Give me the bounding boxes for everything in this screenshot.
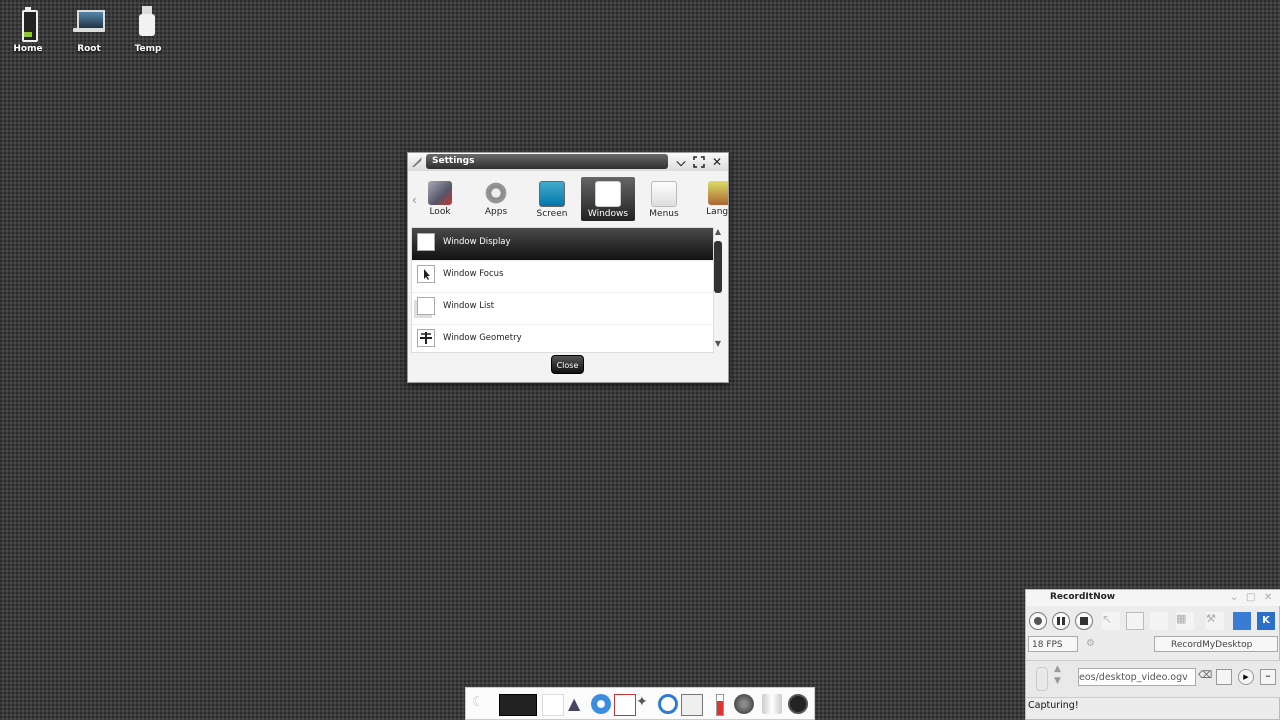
- list-item-label: Window Focus: [443, 269, 504, 279]
- backend-select[interactable]: RecordMyDesktop: [1154, 636, 1278, 652]
- pointer-icon[interactable]: ↖: [1102, 612, 1120, 630]
- usb-drive-icon: [130, 4, 166, 42]
- sync-icon[interactable]: [658, 694, 678, 714]
- window-focus-icon: [417, 265, 435, 283]
- tab-screen[interactable]: Screen: [525, 177, 579, 221]
- list-item[interactable]: Window Display: [412, 228, 713, 261]
- window-title: Settings: [426, 154, 668, 169]
- list-item[interactable]: Window List: [412, 292, 713, 325]
- windows-settings-list: Window Display Window Focus Window List …: [411, 227, 714, 353]
- volume-slider[interactable]: [1036, 667, 1048, 691]
- recorditnow-window: RecordItNow ⌄ □ ✕ ↖ ▦ ⚒ K 18 FPS ⚙ Recor…: [1025, 589, 1280, 720]
- terminal-icon[interactable]: [499, 694, 537, 716]
- desktop-icon-temp[interactable]: Temp: [118, 4, 178, 54]
- camera-icon[interactable]: [681, 694, 703, 716]
- tab-language[interactable]: Langu: [693, 177, 728, 221]
- clear-field-icon[interactable]: ⌫: [1198, 670, 1212, 681]
- laptop-icon: [71, 4, 107, 42]
- record-icon[interactable]: [1029, 612, 1047, 630]
- close-icon[interactable]: ✕: [710, 155, 724, 169]
- maximize-icon[interactable]: [692, 155, 706, 169]
- recorder-toolbar: ↖ ▦ ⚒ K: [1026, 610, 1280, 632]
- close-button[interactable]: Close: [551, 355, 584, 374]
- browser-icon[interactable]: [591, 694, 611, 714]
- kde-icon[interactable]: K: [1257, 612, 1275, 630]
- tab-menus[interactable]: Menus: [637, 177, 691, 221]
- thermometer-icon[interactable]: [716, 694, 724, 716]
- screen-capture-icon[interactable]: [1233, 612, 1251, 630]
- desktop-icon-label: Root: [77, 44, 101, 54]
- fps-spinbox[interactable]: 18 FPS: [1028, 636, 1078, 652]
- status-text: Capturing!: [1028, 700, 1079, 711]
- window-title: RecordItNow: [1050, 592, 1116, 602]
- disc-icon[interactable]: [734, 694, 754, 714]
- list-item-label: Window Display: [443, 237, 511, 247]
- settings-app-icon: [411, 156, 423, 168]
- window-list-icon: [417, 297, 435, 315]
- cursor-settings-icon[interactable]: ⚙: [1086, 638, 1095, 649]
- maximize-icon[interactable]: □: [1246, 592, 1255, 603]
- window-icon: [595, 181, 621, 207]
- inkscape-icon[interactable]: ▲: [568, 694, 588, 714]
- scroll-up-icon[interactable]: ▲: [712, 227, 724, 236]
- look-icon: [428, 181, 452, 205]
- tools-icon[interactable]: ⚒: [1206, 612, 1224, 630]
- clock-icon[interactable]: [788, 694, 808, 714]
- output-path-field[interactable]: eos/desktop_video.ogv: [1078, 668, 1196, 686]
- language-icon: [708, 181, 728, 205]
- menu-icon: [651, 181, 677, 207]
- window-display-icon: [417, 233, 435, 251]
- list-scrollbar[interactable]: ▲ ▼: [712, 227, 724, 351]
- tab-apps[interactable]: Apps: [469, 177, 523, 221]
- tab-label: Windows: [587, 209, 629, 219]
- desktop-icon-root[interactable]: Root: [59, 4, 119, 54]
- chevron-down-icon[interactable]: ⌄: [1230, 592, 1238, 603]
- tab-label: Look: [429, 207, 451, 217]
- list-item[interactable]: Window Focus: [412, 260, 713, 293]
- stop-icon[interactable]: [1075, 612, 1093, 630]
- battery-home-icon: [10, 4, 46, 42]
- window-select-icon[interactable]: ▦: [1176, 612, 1194, 630]
- tab-windows[interactable]: Windows: [581, 177, 635, 221]
- desktop-icon-label: Home: [13, 44, 43, 54]
- list-item-label: Window Geometry: [443, 333, 522, 343]
- desktop-icon-label: Temp: [134, 44, 162, 54]
- tab-label: Apps: [484, 207, 508, 217]
- fullscreen-icon[interactable]: [1150, 612, 1168, 630]
- title-bar[interactable]: RecordItNow ⌄ □ ✕: [1026, 590, 1280, 606]
- bird-icon[interactable]: ✦: [636, 694, 656, 714]
- play-icon[interactable]: ▶: [1238, 669, 1254, 685]
- remove-icon[interactable]: –: [1260, 669, 1276, 685]
- settings-window: Settings ⌵ ✕ ‹ Look Apps Screen Windows …: [407, 152, 729, 383]
- open-folder-icon[interactable]: [1216, 669, 1232, 685]
- gear-icon: [484, 181, 508, 205]
- pdf-viewer-icon[interactable]: [614, 694, 636, 716]
- tab-label: Screen: [536, 209, 568, 219]
- tab-label: Langu: [706, 207, 728, 217]
- close-icon[interactable]: ✕: [1264, 592, 1272, 603]
- scroll-down-icon[interactable]: ▼: [712, 339, 724, 348]
- settings-tabs: ‹ Look Apps Screen Windows Menus Langu: [408, 175, 728, 225]
- window-geometry-icon: [417, 329, 435, 347]
- list-item-label: Window List: [443, 301, 495, 311]
- launcher-icon[interactable]: ☾: [472, 694, 492, 714]
- region-icon[interactable]: [1126, 612, 1144, 630]
- scrollbar-thumb[interactable]: [714, 241, 722, 293]
- trash-icon[interactable]: [762, 694, 782, 714]
- list-item[interactable]: Window Geometry: [412, 324, 713, 352]
- blank-window-icon[interactable]: [542, 694, 564, 716]
- recorder-main-panel: ▲ ▼ eos/desktop_video.ogv ⌫ ▶ –: [1026, 660, 1280, 698]
- monitor-icon: [539, 181, 565, 207]
- pause-icon[interactable]: [1052, 612, 1070, 630]
- tab-look[interactable]: Look: [413, 177, 467, 221]
- taskbar: ☾ ▲ ✦: [465, 687, 815, 720]
- title-bar[interactable]: Settings ⌵ ✕: [408, 153, 728, 171]
- spin-arrows-icon[interactable]: ▲ ▼: [1054, 663, 1061, 687]
- chevron-down-icon[interactable]: ⌵: [674, 155, 688, 169]
- tab-label: Menus: [649, 209, 679, 219]
- desktop-icon-home[interactable]: Home: [0, 4, 58, 54]
